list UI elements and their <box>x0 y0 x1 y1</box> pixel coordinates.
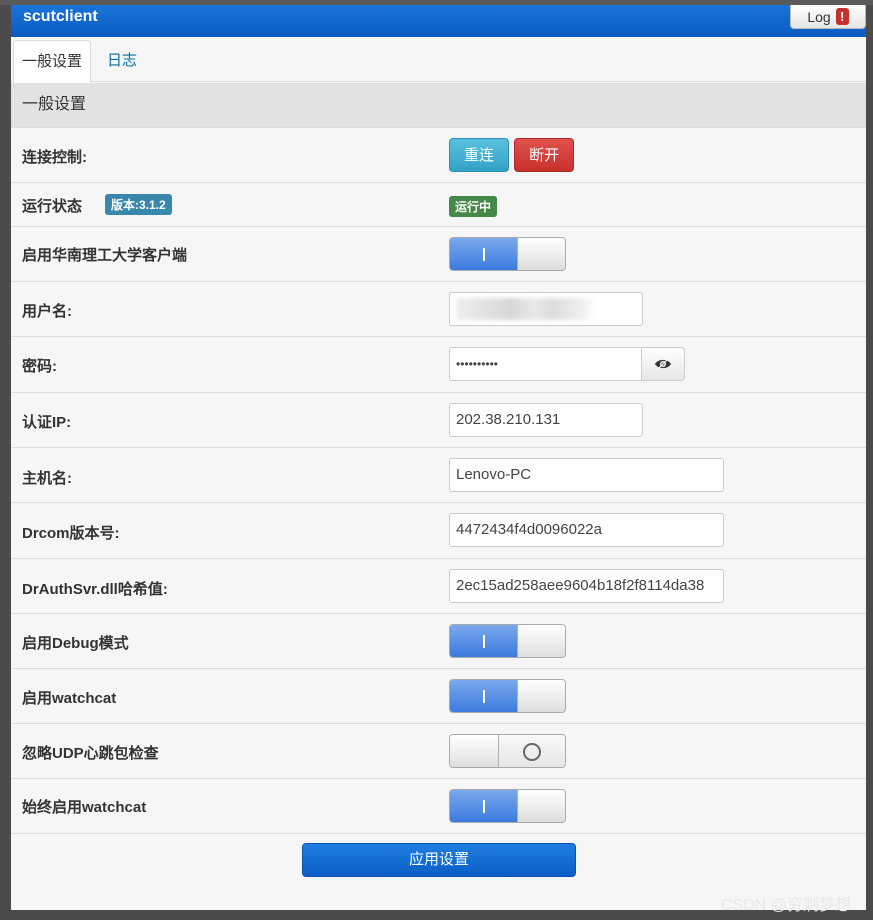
toggle-on-segment <box>450 625 517 657</box>
watermark: CSDN @穷剩梦想 <box>721 897 852 914</box>
toggle-on-segment <box>450 238 517 270</box>
always-watchcat-label: 始终启用watchcat <box>22 799 147 816</box>
toggle-knob <box>517 625 565 657</box>
toggle-knob <box>450 735 499 767</box>
tab-bar: 一般设置 日志 <box>11 37 866 83</box>
toggle-on-segment <box>450 790 517 822</box>
always-watchcat-toggle[interactable] <box>449 789 566 823</box>
app-window: scutclient Log ! 一般设置 日志 一般设置 连接控制: 重连 断… <box>11 5 866 910</box>
log-button-label: Log <box>807 8 831 25</box>
toggle-on-segment <box>450 680 517 712</box>
row-username: 用户名: <box>11 281 866 336</box>
ignore-udp-toggle[interactable] <box>449 734 566 768</box>
row-watchcat: 启用watchcat <box>11 668 866 723</box>
row-auth-ip: 认证IP: 202.38.210.131 <box>11 392 866 447</box>
watchcat-toggle[interactable] <box>449 679 566 713</box>
row-hostname: 主机名: Lenovo-PC <box>11 447 866 502</box>
watchcat-label: 启用watchcat <box>22 690 117 707</box>
toggle-knob <box>517 238 565 270</box>
toggle-knob <box>517 790 565 822</box>
toggle-on-icon <box>483 690 485 703</box>
redacted-username <box>456 298 596 320</box>
disconnect-button[interactable]: 断开 <box>514 138 575 172</box>
row-run-status: 运行状态 版本:3.1.2 运行中 <box>11 182 866 226</box>
version-badge: 版本:3.1.2 <box>105 194 172 215</box>
username-label: 用户名: <box>22 303 72 320</box>
row-ignore-udp: 忽略UDP心跳包检查 <box>11 723 866 778</box>
toggle-on-icon <box>483 635 485 648</box>
hostname-input[interactable]: Lenovo-PC <box>449 458 724 492</box>
toggle-off-segment <box>499 735 565 767</box>
enable-client-label: 启用华南理工大学客户端 <box>22 247 188 264</box>
eye-icon <box>655 357 671 371</box>
row-debug-mode: 启用Debug模式 <box>11 613 866 668</box>
row-password: 密码: •••••••••• <box>11 336 866 392</box>
connection-control-label: 连接控制: <box>22 149 87 166</box>
password-label: 密码: <box>22 358 57 375</box>
title-bar: scutclient Log ! <box>11 5 866 37</box>
dll-hash-label: DrAuthSvr.dll哈希值: <box>22 581 168 598</box>
alert-icon: ! <box>835 8 849 25</box>
tab-log[interactable]: 日志 <box>99 40 145 83</box>
row-drcom-version: Drcom版本号: 4472434f4d0096022a <box>11 502 866 558</box>
password-input[interactable]: •••••••••• <box>449 347 642 381</box>
password-group: •••••••••• <box>449 347 685 381</box>
drcom-version-input[interactable]: 4472434f4d0096022a <box>449 513 724 547</box>
hostname-label: 主机名: <box>22 470 72 487</box>
ignore-udp-label: 忽略UDP心跳包检查 <box>22 745 159 762</box>
enable-client-toggle[interactable] <box>449 237 566 271</box>
reconnect-button[interactable]: 重连 <box>449 138 509 172</box>
row-always-watchcat: 始终启用watchcat <box>11 778 866 833</box>
show-password-button[interactable] <box>642 347 685 381</box>
row-enable-client: 启用华南理工大学客户端 <box>11 226 866 281</box>
connection-buttons: 重连 断开 <box>449 138 575 172</box>
app-title: scutclient <box>23 8 98 25</box>
dll-hash-input[interactable]: 2ec15ad258aee9604b18f2f8114da38 <box>449 569 724 603</box>
tab-general-settings[interactable]: 一般设置 <box>13 40 92 83</box>
section-title: 一般设置 <box>11 83 866 127</box>
footer-divider <box>11 833 866 834</box>
auth-ip-label: 认证IP: <box>22 414 72 431</box>
username-input[interactable] <box>449 292 643 326</box>
running-status-badge: 运行中 <box>449 196 498 217</box>
toggle-on-icon <box>483 248 485 261</box>
debug-mode-toggle[interactable] <box>449 624 566 658</box>
auth-ip-input[interactable]: 202.38.210.131 <box>449 403 643 437</box>
log-button[interactable]: Log ! <box>790 5 866 29</box>
toggle-off-icon <box>523 743 541 761</box>
toggle-knob <box>517 680 565 712</box>
run-status-label: 运行状态 <box>22 198 83 215</box>
apply-settings-button[interactable]: 应用设置 <box>302 843 576 877</box>
debug-mode-label: 启用Debug模式 <box>22 635 129 652</box>
toggle-on-icon <box>483 800 485 813</box>
drcom-version-label: Drcom版本号: <box>22 525 120 542</box>
row-dll-hash: DrAuthSvr.dll哈希值: 2ec15ad258aee9604b18f2… <box>11 558 866 613</box>
row-connection-control: 连接控制: 重连 断开 <box>11 127 866 182</box>
